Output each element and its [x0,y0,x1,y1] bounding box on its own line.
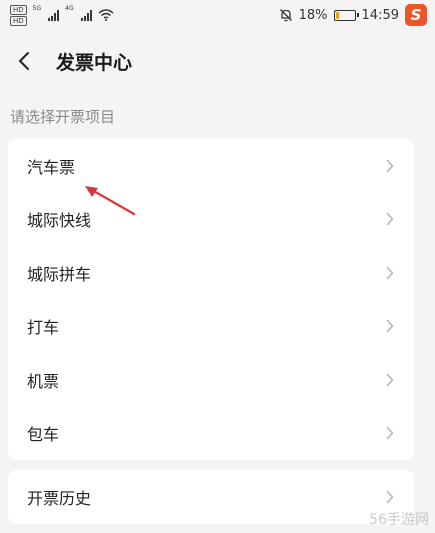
list-item-label: 包车 [27,425,60,445]
status-left: HD HD 5G 4G [10,4,114,26]
battery-percent: 18% [298,7,328,23]
invoice-history-card: 开票历史 [8,470,414,524]
list-item-label: 城际快线 [27,211,92,231]
list-item-charter[interactable]: 包车 [8,407,414,461]
chevron-right-icon [386,319,396,333]
section-label: 请选择开票项目 [10,108,116,126]
invoice-items-card: 汽车票 城际快线 城际拼车 打车 机票 包车 [8,139,414,460]
list-item-bus-ticket[interactable]: 汽车票 [8,139,414,193]
list-item-taxi[interactable]: 打车 [8,300,414,354]
network-label: 5G [32,4,42,12]
page-title: 发票中心 [56,51,133,74]
header: 发票中心 [0,35,435,87]
signal-icon [80,9,92,21]
list-item-intercity-carpool[interactable]: 城际拼车 [8,246,414,300]
chevron-right-icon [386,490,396,504]
list-item-flight[interactable]: 机票 [8,353,414,407]
list-item-invoice-history[interactable]: 开票历史 [8,470,414,524]
chevron-right-icon [386,373,396,387]
hd-badge: HD [10,15,27,26]
list-item-label: 机票 [27,371,60,391]
hd-badges: HD HD [10,4,27,26]
list-item-intercity-express[interactable]: 城际快线 [8,193,414,247]
battery-fill [335,11,339,19]
status-right: 18% 14:59 S [279,4,427,26]
chevron-right-icon [386,266,396,280]
chevron-right-icon [386,212,396,226]
battery-icon [333,9,359,21]
status-bar: HD HD 5G 4G 18% 14:59 S [0,0,435,30]
status-time: 14:59 [361,7,399,23]
list-item-label: 汽车票 [27,157,76,177]
list-item-label: 城际拼车 [27,264,92,284]
signal-icon [48,9,60,21]
watermark: 56手游网 [369,512,429,528]
list-item-label: 开票历史 [27,489,92,508]
chevron-right-icon [386,159,396,173]
hd-badge: HD [10,4,27,15]
list-item-label: 打车 [27,318,60,338]
mute-icon [279,9,292,22]
chevron-right-icon [386,426,396,440]
wifi-icon [98,9,114,21]
chevron-left-icon[interactable] [12,49,36,73]
network-label: 4G [65,4,74,12]
brand-logo: S [405,4,427,26]
